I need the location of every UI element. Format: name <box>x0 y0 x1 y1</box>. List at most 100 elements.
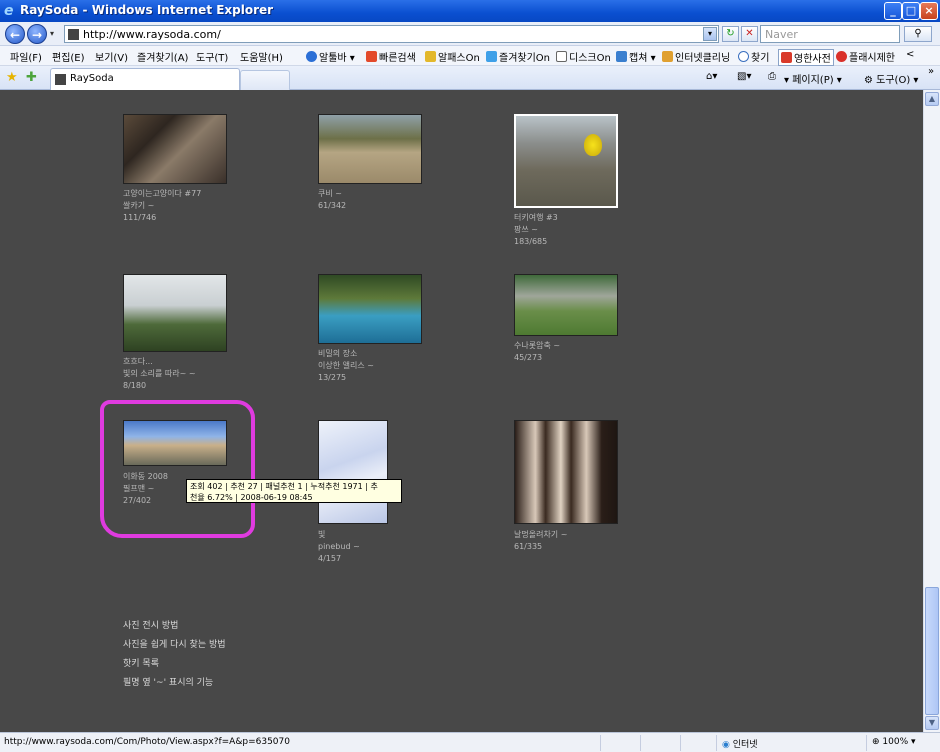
add-favorite-icon[interactable]: ✚ <box>26 70 37 85</box>
status-divider <box>866 735 867 751</box>
photo-author[interactable]: 날멍올려차기 ~ <box>514 529 567 541</box>
photo-caption: 쿠비 ~ 61/342 <box>318 188 346 212</box>
security-zone[interactable]: ◉ 인터넷 <box>722 737 758 750</box>
alpass-button[interactable]: 알패스On <box>425 49 480 64</box>
disk-on-button[interactable]: 디스크On <box>556 49 611 64</box>
photo-author[interactable]: 빛의 소리를 따라~ ~ <box>123 368 196 380</box>
photo-title[interactable]: 흐흐다... <box>123 356 196 368</box>
close-button[interactable]: × <box>920 2 938 20</box>
address-bar[interactable]: http://www.raysoda.com/ ▾ <box>64 25 719 43</box>
tab-favicon-icon <box>55 74 66 85</box>
dictionary-button[interactable]: 영한사전 <box>778 49 834 66</box>
status-url: http://www.raysoda.com/Com/Photo/View.as… <box>4 737 290 747</box>
photo-thumbnail[interactable] <box>514 420 618 524</box>
more-commands-chevron-icon[interactable]: » <box>928 66 934 77</box>
vertical-scrollbar[interactable]: ▲ ▼ <box>923 90 940 732</box>
stop-button[interactable]: ✕ <box>741 26 758 42</box>
search-input[interactable]: Naver <box>760 25 900 43</box>
photo-author[interactable]: pinebud ~ <box>318 541 360 553</box>
globe-icon: ◉ <box>722 740 733 750</box>
flash-limit-button[interactable]: 플래시제한 <box>836 49 895 64</box>
photo-thumbnail[interactable] <box>318 114 422 184</box>
photo-thumbnail[interactable] <box>318 274 422 344</box>
footer-link-exhibition[interactable]: 사진 전시 방법 <box>123 618 178 631</box>
photo-thumbnail[interactable] <box>123 114 227 184</box>
footer-link-hotkeys[interactable]: 핫키 목록 <box>123 656 159 669</box>
tooltip-line: 조회 402 | 추천 27 | 패널추천 1 | 누적추천 1971 | 추 <box>190 482 378 491</box>
search-icon: ⚲ <box>914 28 922 39</box>
altoolbar-button[interactable]: 알툴바 ▾ <box>306 49 355 64</box>
internet-cleaning-button[interactable]: 인터넷클리닝 <box>662 49 730 64</box>
photo-caption: 수나롯암축 ~ 45/273 <box>514 340 560 364</box>
photo-thumbnail[interactable] <box>123 274 227 352</box>
toolbar-more-chevron-icon[interactable]: < <box>906 49 914 60</box>
photo-author[interactable]: 팡쓰 ~ <box>514 224 558 236</box>
back-button[interactable]: ← <box>5 24 25 44</box>
new-tab-button[interactable] <box>240 70 290 90</box>
dictionary-icon <box>781 52 792 63</box>
photo-caption: 비밀의 장소 이상한 앨리스 ~ 13/275 <box>318 348 374 384</box>
menu-favorites[interactable]: 즐겨찾기(A) <box>137 49 188 64</box>
feeds-icon[interactable]: ▧▾ <box>737 71 751 82</box>
star-icon <box>486 51 497 62</box>
status-divider <box>680 735 681 751</box>
address-dropdown-icon[interactable]: ▾ <box>703 27 717 41</box>
photo-stats: 13/275 <box>318 373 347 382</box>
photo-title[interactable]: 터키여행 #3 <box>514 212 558 224</box>
search-go-button[interactable]: ⚲ <box>904 26 932 42</box>
page-menu[interactable]: ▾ 페이지(P) ▾ <box>784 71 842 86</box>
photo-thumbnail[interactable] <box>318 420 388 524</box>
photo-thumbnail[interactable] <box>514 114 618 208</box>
zoom-icon: ⊕ <box>872 737 883 747</box>
favorites-on-button[interactable]: 즐겨찾기On <box>486 49 550 64</box>
photo-stats: 4/157 <box>318 554 342 563</box>
home-icon[interactable]: ⌂▾ <box>706 71 717 82</box>
zoom-level[interactable]: ⊕ 100% ▾ <box>872 737 916 747</box>
menu-tools[interactable]: 도구(T) <box>196 49 228 64</box>
address-url[interactable]: http://www.raysoda.com/ <box>83 28 221 41</box>
find-button[interactable]: 찾기 <box>738 49 769 64</box>
address-toolbar: ← → ▾ http://www.raysoda.com/ ▾ ↻ ✕ Nave… <box>0 22 940 46</box>
footer-link-tilde[interactable]: 필명 옆 '~' 표시의 기능 <box>123 675 213 688</box>
scroll-down-icon[interactable]: ▼ <box>925 716 939 730</box>
refresh-button[interactable]: ↻ <box>722 26 739 42</box>
scroll-thumb[interactable] <box>925 587 939 715</box>
magnifier-icon <box>738 51 749 62</box>
quick-search-icon <box>366 51 377 62</box>
photo-author[interactable]: 수나롯암축 ~ <box>514 340 560 352</box>
key-icon <box>425 51 436 62</box>
photo-author[interactable]: 쿠비 ~ <box>318 188 346 200</box>
menu-view[interactable]: 보기(V) <box>95 49 128 64</box>
photo-thumbnail[interactable] <box>514 274 618 336</box>
maximize-button[interactable]: □ <box>902 2 920 20</box>
tab-raysoda[interactable]: RaySoda <box>50 68 240 90</box>
highlight-annotation <box>100 400 255 538</box>
photo-title[interactable]: 고양이는고양이다 #77 <box>123 188 201 200</box>
photo-author[interactable]: 쌀카기 ~ <box>123 200 201 212</box>
site-favicon-icon <box>68 29 79 40</box>
photo-stats: 183/685 <box>514 237 548 246</box>
menu-edit[interactable]: 편집(E) <box>52 49 85 64</box>
favorites-star-icon[interactable]: ★ <box>6 70 18 85</box>
photo-stats: 61/335 <box>514 542 543 551</box>
photo-caption: 날멍올려차기 ~ 61/335 <box>514 529 567 553</box>
scroll-up-icon[interactable]: ▲ <box>925 92 939 106</box>
tab-bar: ★ ✚ RaySoda ⌂▾ ▧▾ ⎙ ▾ 페이지(P) ▾ ⚙ 도구(O) ▾… <box>0 66 940 90</box>
photo-author[interactable]: 이상한 앨리스 ~ <box>318 360 374 372</box>
quick-search-button[interactable]: 빠른검색 <box>366 49 416 64</box>
photo-stats: 45/273 <box>514 353 543 362</box>
footer-link-find-again[interactable]: 사진을 쉽게 다시 찾는 방법 <box>123 637 226 650</box>
capture-button[interactable]: 캡쳐 ▾ <box>616 49 656 64</box>
photo-title[interactable]: 빛 <box>318 529 360 541</box>
minimize-button[interactable]: _ <box>884 2 902 20</box>
forward-button[interactable]: → <box>27 24 47 44</box>
menu-file[interactable]: 파일(F) <box>10 49 42 64</box>
status-divider <box>640 735 641 751</box>
photo-title[interactable]: 비밀의 장소 <box>318 348 374 360</box>
photo-stats: 61/342 <box>318 201 347 210</box>
history-dropdown-icon[interactable]: ▾ <box>50 29 54 38</box>
tools-menu[interactable]: ⚙ 도구(O) ▾ <box>864 71 918 86</box>
menu-help[interactable]: 도움말(H) <box>240 49 283 64</box>
menu-bar: 파일(F) 편집(E) 보기(V) 즐겨찾기(A) 도구(T) 도움말(H) 알… <box>0 46 940 66</box>
print-icon[interactable]: ⎙ <box>768 71 776 82</box>
